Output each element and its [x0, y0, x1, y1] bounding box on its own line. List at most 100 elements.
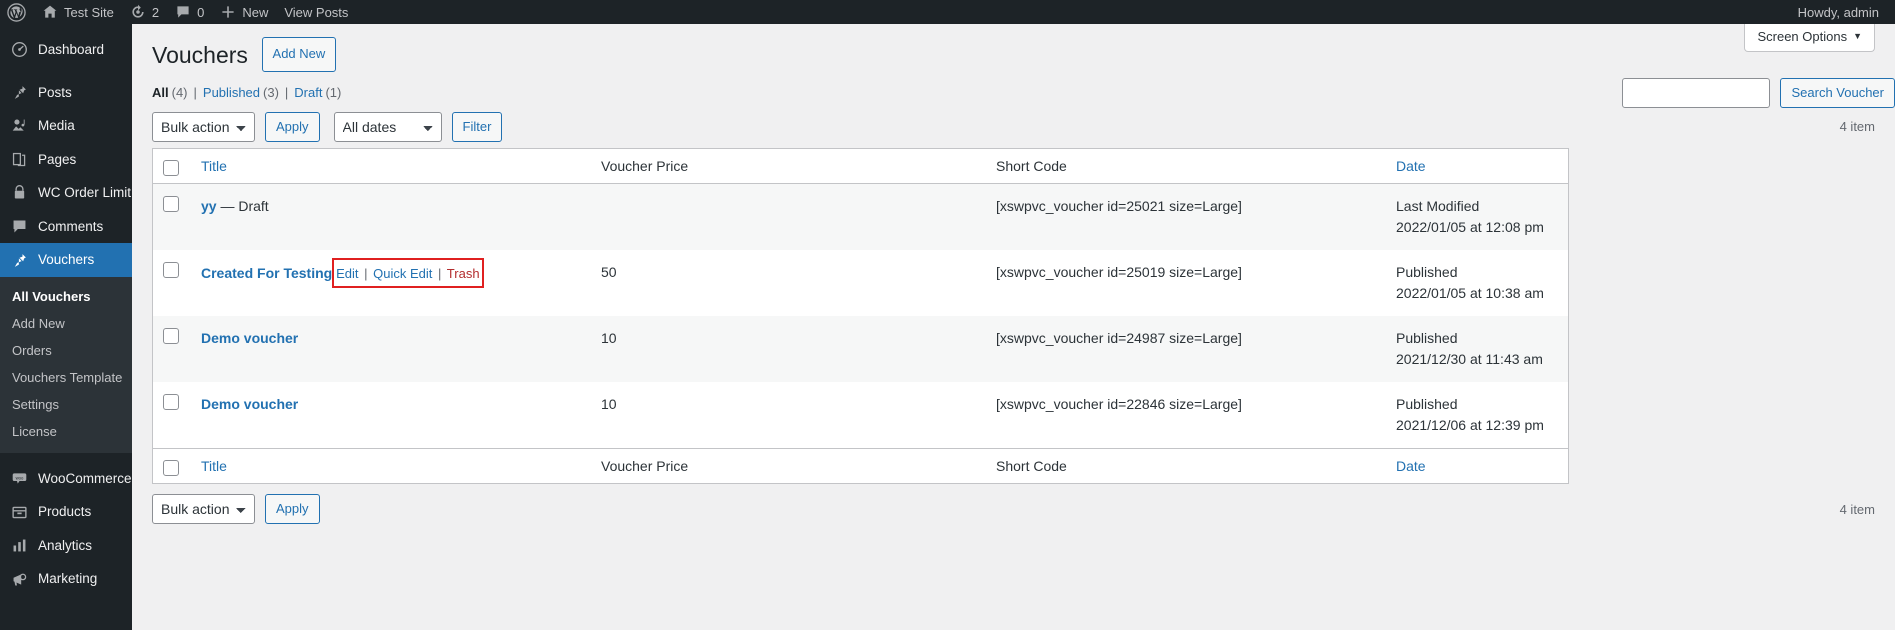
status-link-all[interactable]: All (4) |	[152, 85, 203, 100]
site-name-menu[interactable]: Test Site	[34, 0, 122, 24]
row-title-link[interactable]: Demo voucher	[201, 330, 298, 346]
plus-icon	[220, 4, 236, 20]
submenu-item-license[interactable]: License	[0, 418, 132, 445]
column-header-title-link[interactable]: Title	[201, 158, 227, 174]
apply-button-top[interactable]: Apply	[265, 111, 320, 142]
column-header-title[interactable]: Title	[191, 149, 591, 185]
sidebar-item-media[interactable]: Media	[0, 109, 132, 143]
apply-button-bottom[interactable]: Apply	[265, 494, 320, 525]
filter-button[interactable]: Filter	[451, 111, 503, 142]
sidebar-item-label: Marketing	[38, 571, 98, 587]
sidebar-item-pages[interactable]: Pages	[0, 143, 132, 177]
sidebar-item-products[interactable]: Products	[0, 495, 132, 529]
wordpress-logo-icon	[7, 2, 26, 22]
row-title-link[interactable]: Created For Testing	[201, 265, 332, 281]
status-link-label[interactable]: All	[152, 85, 169, 100]
view-posts-menu[interactable]: View Posts	[276, 0, 356, 24]
vouchers-submenu: All Vouchers Add New Orders Vouchers Tem…	[0, 276, 132, 453]
row-select-cell	[153, 184, 191, 250]
row-title-cell: Created For Testing Edit | Quick Edit | …	[191, 250, 591, 316]
row-shortcode-cell: [xswpvc_voucher id=25019 size=Large]	[996, 264, 1242, 281]
column-header-short-code: Short Code	[986, 149, 1386, 185]
lock-icon	[9, 184, 29, 201]
sidebar-item-woocommerce[interactable]: woo WooCommerce	[0, 462, 132, 496]
select-all-checkbox-top[interactable]	[163, 159, 179, 176]
woocommerce-icon: woo	[9, 470, 29, 487]
row-checkbox[interactable]	[163, 328, 179, 345]
row-date-cell: Published 2022/01/05 at 10:38 am	[1386, 250, 1568, 316]
updates-menu[interactable]: 2	[122, 0, 167, 24]
column-footer-date[interactable]: Date	[1386, 448, 1568, 483]
sidebar-item-wc-order-limit[interactable]: WC Order Limit	[0, 176, 132, 210]
row-select-cell	[153, 250, 191, 316]
sidebar-item-posts[interactable]: Posts	[0, 76, 132, 110]
displaying-num-bottom: 4 item	[1839, 501, 1875, 517]
row-action-quick-edit[interactable]: Quick Edit	[373, 266, 432, 281]
sidebar-item-vouchers[interactable]: Vouchers	[0, 243, 140, 277]
screen-options-toggle[interactable]: Screen Options ▼	[1744, 24, 1875, 52]
select-all-checkbox-bottom[interactable]	[163, 460, 179, 477]
status-divider: |	[284, 84, 289, 100]
comment-icon	[9, 218, 29, 235]
bulk-actions-select-top[interactable]: Bulk actions	[152, 111, 255, 142]
view-posts-label: View Posts	[284, 4, 349, 20]
row-action-edit[interactable]: Edit	[336, 266, 358, 281]
sidebar-item-comments[interactable]: Comments	[0, 210, 132, 244]
add-new-button[interactable]: Add New	[261, 37, 337, 72]
column-footer-title-link[interactable]: Title	[201, 458, 227, 474]
column-header-date[interactable]: Date	[1386, 149, 1568, 185]
status-link-label[interactable]: Draft	[294, 85, 322, 100]
sidebar-item-label: WooCommerce	[38, 470, 132, 486]
submenu-item-all-vouchers[interactable]: All Vouchers	[0, 283, 132, 310]
row-checkbox[interactable]	[163, 262, 179, 279]
row-title-cell: Demo voucher	[191, 382, 591, 448]
row-actions-highlight: Edit | Quick Edit | Trash	[332, 258, 484, 289]
pin-icon	[9, 252, 29, 269]
sidebar-item-analytics[interactable]: Analytics	[0, 529, 132, 563]
bulk-actions-group-top: Bulk actions Apply	[152, 111, 320, 142]
sidebar-item-label: Media	[38, 118, 75, 134]
sidebar-item-label: Products	[38, 504, 92, 520]
table-head: Title Voucher Price Short Code Date	[153, 149, 1568, 185]
new-content-menu[interactable]: New	[212, 0, 276, 24]
submenu-item-add-new[interactable]: Add New	[0, 310, 132, 337]
submenu-item-orders[interactable]: Orders	[0, 337, 132, 364]
status-link-draft[interactable]: Draft (1)	[294, 85, 341, 100]
sidebar-item-dashboard[interactable]: Dashboard	[0, 33, 132, 67]
submenu-item-settings[interactable]: Settings	[0, 391, 132, 418]
row-date-value: 2021/12/06 at 12:39 pm	[1396, 417, 1544, 434]
row-date-cell: Published 2021/12/06 at 12:39 pm	[1386, 382, 1568, 448]
column-footer-date-link[interactable]: Date	[1396, 458, 1426, 474]
wordpress-logo-menu[interactable]	[0, 0, 34, 24]
select-all-footer	[153, 448, 191, 483]
status-link-published[interactable]: Published (3) |	[203, 85, 294, 100]
my-account-menu[interactable]: Howdy, admin	[1790, 0, 1895, 24]
bulk-actions-select-bottom[interactable]: Bulk actions	[152, 494, 255, 525]
admin-sidebar-menu: Dashboard Posts Media Pages WC Order Lim…	[0, 24, 140, 630]
sidebar-item-label: Dashboard	[38, 42, 105, 57]
row-title-link[interactable]: yy	[201, 198, 217, 214]
row-action-trash[interactable]: Trash	[447, 266, 480, 281]
row-action-separator: |	[438, 266, 442, 282]
row-checkbox[interactable]	[163, 394, 179, 411]
comments-count: 0	[197, 4, 205, 20]
comments-menu[interactable]: 0	[167, 0, 212, 24]
status-link-label[interactable]: Published	[203, 85, 260, 100]
row-title-cell: yy — Draft	[191, 184, 591, 250]
row-checkbox[interactable]	[163, 196, 179, 213]
page-body: Screen Options ▼ Vouchers Add New All (4…	[132, 24, 1895, 630]
sidebar-item-marketing[interactable]: Marketing	[0, 562, 132, 596]
sidebar-item-label: Posts	[38, 84, 72, 100]
dashboard-icon	[9, 41, 29, 58]
row-date-cell: Published 2021/12/30 at 11:43 am	[1386, 316, 1568, 382]
column-header-date-link[interactable]: Date	[1396, 158, 1426, 174]
svg-text:woo: woo	[15, 475, 23, 480]
submenu-item-vouchers-template[interactable]: Vouchers Template	[0, 364, 132, 391]
search-input[interactable]	[1622, 78, 1771, 108]
row-title-link[interactable]: Demo voucher	[201, 396, 298, 412]
column-footer-title[interactable]: Title	[191, 448, 591, 483]
table-body: yy — Draft [xswpvc_voucher id=25021 size…	[153, 184, 1568, 448]
screen-options-label: Screen Options	[1757, 29, 1848, 44]
search-voucher-button[interactable]: Search Voucher	[1780, 78, 1895, 108]
date-filter-select[interactable]: All dates	[333, 111, 442, 142]
